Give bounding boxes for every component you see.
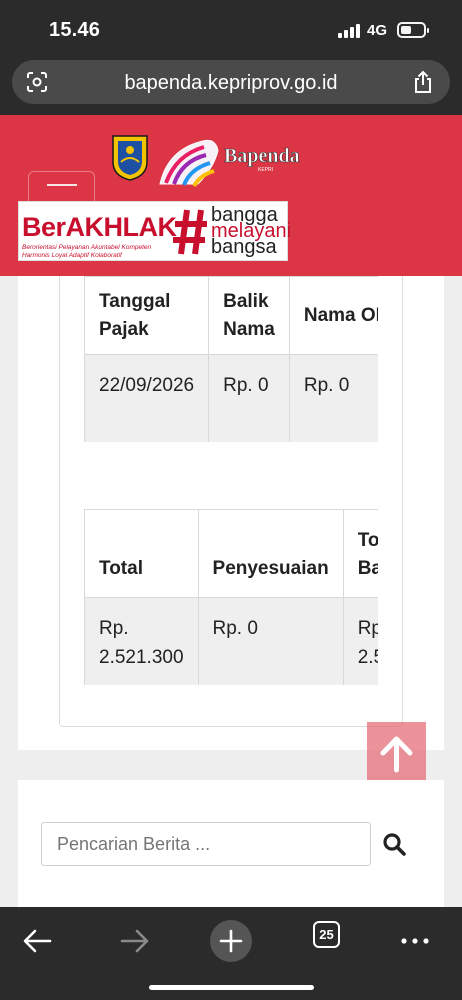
- status-bar: 15.46 4G: [0, 0, 462, 56]
- forward-icon[interactable]: [116, 918, 152, 964]
- site-header: Bapenda KEPRI BerAKHLAK Berorientasi Pel…: [0, 115, 462, 276]
- battery-icon: [397, 22, 429, 38]
- table-cell: Rp. 2.521.300: [84, 597, 199, 685]
- back-icon[interactable]: [20, 918, 56, 964]
- signal-icon: [338, 24, 362, 38]
- table-row: 22/09/2026 Rp. 0 Rp. 0: [84, 354, 378, 442]
- browser-toolbar: 25: [0, 907, 462, 1000]
- kepri-emblem-logo: [112, 135, 148, 181]
- banner-subtitle: Harmonis Loyal Adaptif Kolaboratif: [22, 252, 122, 259]
- new-tab-icon[interactable]: [208, 918, 254, 964]
- table-row: Rp. 2.521.300 Rp. 0 Rp. 2.5: [84, 597, 378, 685]
- table-cell: 22/09/2026: [84, 354, 210, 442]
- bapenda-logo-text: Bapenda: [224, 145, 300, 167]
- banner-bangsa: bangsa: [211, 236, 277, 258]
- hashtag-icon: [173, 209, 207, 255]
- total-table-scroll[interactable]: Total Penyesuaian Total Ba Rp. 2.521.300…: [84, 509, 378, 685]
- column-header: Nama OPSEN: [288, 276, 378, 355]
- column-header: Total: [84, 509, 199, 598]
- tax-detail-panel: Tanggal Pajak Balik Nama Nama OPSEN 22/0…: [59, 276, 403, 727]
- search-icon[interactable]: [380, 830, 410, 860]
- berakhlak-banner: BerAKHLAK Berorientasi Pelayanan Akuntab…: [18, 201, 291, 261]
- address-bar[interactable]: bapenda.kepriprov.go.id: [12, 60, 450, 104]
- share-icon[interactable]: [412, 70, 434, 94]
- browser-address-area: bapenda.kepriprov.go.id: [0, 56, 462, 115]
- bapenda-logo: Bapenda KEPRI: [159, 140, 300, 188]
- url-text: bapenda.kepriprov.go.id: [124, 72, 338, 94]
- tax-date-table: Tanggal Pajak Balik Nama Nama OPSEN 22/0…: [84, 276, 378, 442]
- column-header: Tanggal Pajak: [84, 276, 210, 355]
- table-cell: Rp. 0: [208, 354, 290, 442]
- tab-count-button[interactable]: 25: [313, 921, 340, 948]
- tax-table-scroll[interactable]: Tanggal Pajak Balik Nama Nama OPSEN 22/0…: [84, 276, 378, 442]
- total-table: Total Penyesuaian Total Ba Rp. 2.521.300…: [84, 509, 378, 685]
- scroll-to-top-button[interactable]: [367, 722, 426, 788]
- column-header: Penyesuaian: [197, 509, 344, 598]
- more-icon[interactable]: [398, 918, 432, 964]
- banner-title: BerAKHLAK: [22, 212, 177, 242]
- table-cell: Rp. 2.5: [342, 597, 378, 685]
- table-cell: Rp. 0: [288, 354, 378, 442]
- content-card: Tanggal Pajak Balik Nama Nama OPSEN 22/0…: [18, 276, 444, 750]
- network-type: 4G: [367, 22, 388, 39]
- search-widget: [18, 780, 444, 910]
- table-cell: Rp. 0: [197, 597, 344, 685]
- column-header: Total Ba: [342, 509, 378, 598]
- column-header: Balik Nama: [208, 276, 290, 355]
- home-indicator: [149, 985, 314, 990]
- bapenda-logo-subtext: KEPRI: [258, 167, 273, 173]
- arrow-up-icon: [380, 736, 413, 773]
- status-time: 15.46: [49, 19, 101, 41]
- search-input[interactable]: [41, 822, 371, 866]
- banner-subtitle: Berorientasi Pelayanan Akuntabel Kompete…: [22, 244, 152, 251]
